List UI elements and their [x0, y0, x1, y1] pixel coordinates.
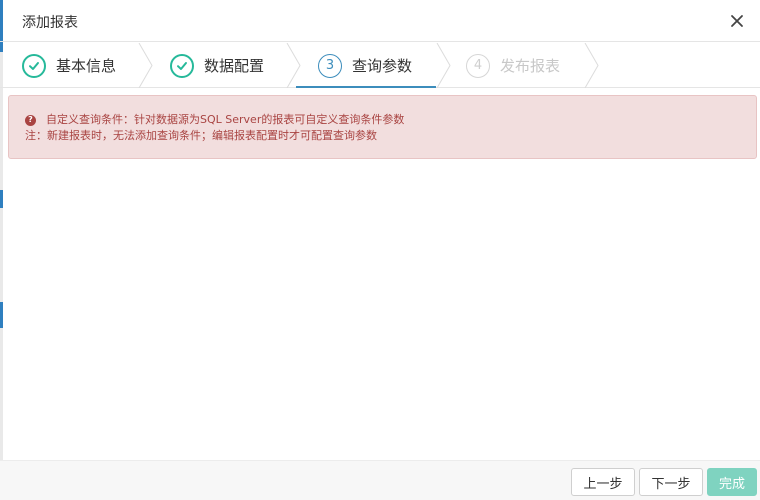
- alert-line: ? 自定义查询条件：针对数据源为SQL Server的报表可自定义查询条件参数: [25, 112, 756, 128]
- step-number: 4: [466, 53, 490, 78]
- add-report-dialog: 添加报表 基本信息 数据配置 3 查询参数 4 发布报表 ? 自定义查询条件：针…: [0, 0, 760, 500]
- step-label: 发布报表: [500, 57, 561, 75]
- alert-line: 注：新建报表时，无法添加查询条件；编辑报表配置时才可配置查询参数: [25, 128, 756, 144]
- step-data-config[interactable]: 数据配置: [170, 43, 264, 88]
- close-icon[interactable]: [728, 12, 746, 30]
- active-step-indicator: [296, 86, 436, 88]
- step-separator-icon: [286, 43, 301, 88]
- step-separator-icon: [584, 43, 599, 88]
- edge-mark: [0, 190, 3, 208]
- alert-text: 注：新建报表时，无法添加查询条件；编辑报表配置时才可配置查询参数: [25, 129, 377, 142]
- dialog-header: 添加报表: [0, 0, 760, 42]
- info-alert: ? 自定义查询条件：针对数据源为SQL Server的报表可自定义查询条件参数 …: [8, 95, 757, 159]
- step-publish-report[interactable]: 4 发布报表: [466, 43, 560, 88]
- next-step-button[interactable]: 下一步: [639, 468, 703, 496]
- step-basic-info[interactable]: 基本信息: [22, 43, 116, 88]
- step-label: 查询参数: [352, 57, 413, 75]
- dialog-title: 添加报表: [22, 15, 78, 31]
- step-separator-icon: [138, 43, 153, 88]
- alert-text: 自定义查询条件：针对数据源为SQL Server的报表可自定义查询条件参数: [46, 113, 405, 126]
- check-icon: [170, 53, 194, 78]
- step-label: 数据配置: [204, 57, 265, 75]
- finish-button[interactable]: 完成: [707, 468, 757, 496]
- step-query-params[interactable]: 3 查询参数: [318, 43, 412, 88]
- edge-mark: [0, 302, 3, 328]
- check-icon: [22, 53, 46, 78]
- dialog-footer: 上一步 下一步 完成: [0, 460, 760, 500]
- question-icon: ?: [25, 114, 36, 126]
- step-separator-icon: [436, 43, 451, 88]
- wizard-steps: 基本信息 数据配置 3 查询参数 4 发布报表: [0, 43, 760, 88]
- prev-step-button[interactable]: 上一步: [571, 468, 635, 496]
- step-label: 基本信息: [56, 57, 117, 75]
- step-number: 3: [318, 53, 342, 78]
